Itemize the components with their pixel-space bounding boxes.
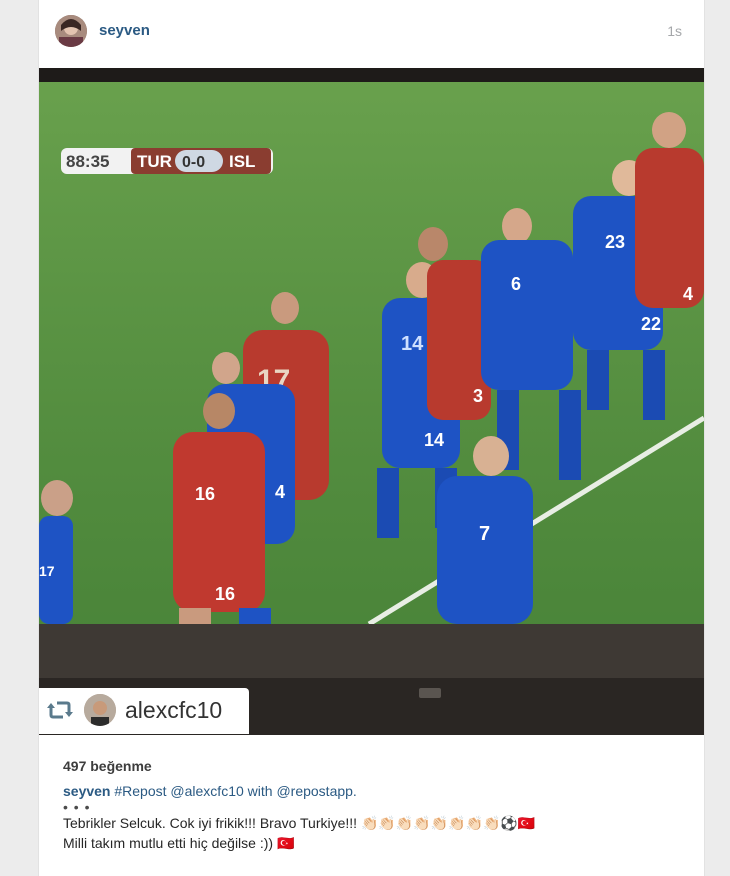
caption-text: #Repost @alexcfc10 with @repostapp. [114,783,357,799]
repost-username: alexcfc10 [125,697,223,723]
svg-text:16: 16 [195,484,215,504]
caption-username[interactable]: seyven [63,783,110,799]
match-clock: 88:35 [66,152,109,171]
svg-text:16: 16 [215,584,235,604]
repost-icon [47,699,73,721]
away-team: ISL [229,152,255,171]
post-header: seyven 1s [39,0,704,68]
svg-text:6: 6 [511,274,521,294]
svg-text:23: 23 [605,232,625,252]
post-media[interactable]: 88:35 TUR 0-0 ISL 17 4 16 16 14 14 3 6 2… [39,68,704,735]
caption: seyven #Repost @alexcfc10 with @repostap… [63,781,683,801]
svg-text:17: 17 [39,563,55,579]
match-score: 0-0 [182,154,205,171]
svg-text:14: 14 [401,333,424,355]
user-avatar[interactable] [55,15,87,47]
tv-screen-photo: 88:35 TUR 0-0 ISL 17 4 16 16 14 14 3 6 2… [39,68,704,735]
post-info: 497 beğenme seyven #Repost @alexcfc10 wi… [63,758,683,853]
svg-text:4: 4 [683,284,693,304]
repost-avatar [84,694,116,726]
svg-text:14: 14 [424,430,444,450]
more-comments[interactable]: • • • [63,800,683,814]
svg-text:22: 22 [641,314,661,334]
svg-text:3: 3 [473,386,483,406]
repost-attribution[interactable]: alexcfc10 [39,688,249,734]
post-timestamp: 1s [667,23,682,39]
like-count[interactable]: 497 beğenme [63,758,683,774]
svg-text:7: 7 [479,523,490,545]
home-team: TUR [137,152,172,171]
comment-text: Tebrikler Selcuk. Cok iyi frikik!!! Brav… [63,815,536,851]
scoreboard: 88:35 TUR 0-0 ISL [61,148,273,174]
post-username[interactable]: seyven [99,22,150,39]
instagram-post-card: seyven 1s 88:35 TUR 0-0 ISL 17 4 16 16 1… [38,0,705,876]
svg-text:4: 4 [275,482,285,502]
